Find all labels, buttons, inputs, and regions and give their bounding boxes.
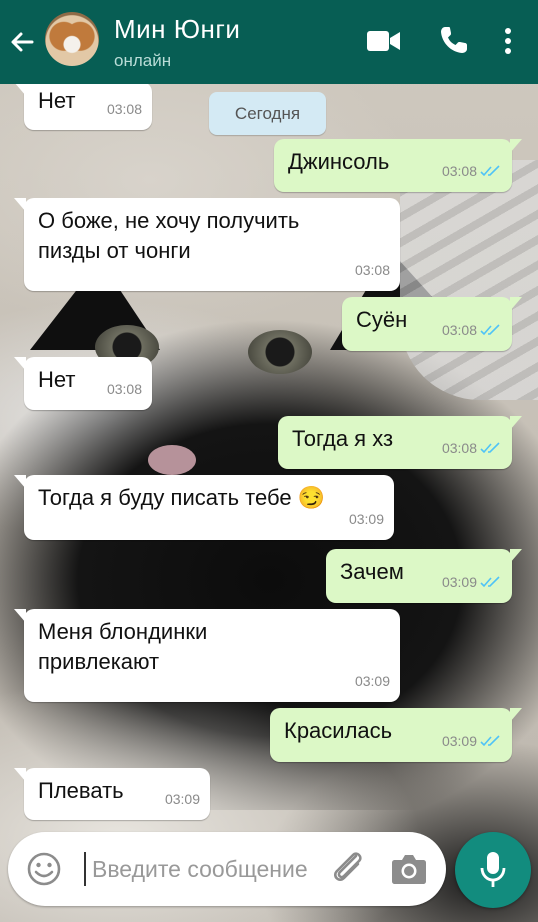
message-bubble-incoming[interactable]: Тогда я буду писать тебе 😏 03:09 <box>14 475 394 540</box>
message-text: Нет <box>38 88 76 113</box>
message-meta: 03:08 <box>442 156 502 186</box>
message-text: Суён <box>356 307 408 332</box>
message-time: 03:09 <box>441 733 477 749</box>
message-time: 03:08 <box>106 101 142 117</box>
text-cursor <box>84 852 86 886</box>
message-bubble-outgoing[interactable]: Зачем 03:09 <box>326 549 522 603</box>
wallpaper-pillow <box>400 160 538 400</box>
message-meta: 03:08 <box>355 255 390 285</box>
message-bubble-incoming[interactable]: Меня блондинки привлекают 03:09 <box>14 609 400 702</box>
message-meta: 03:08 <box>107 374 142 404</box>
message-meta: 03:09 <box>165 784 200 814</box>
message-text: Тогда я буду писать тебе 😏 <box>38 485 326 510</box>
read-ticks-icon <box>480 324 500 336</box>
camera-icon[interactable] <box>390 852 428 886</box>
read-ticks-icon <box>480 165 500 177</box>
emoji-icon[interactable] <box>26 851 62 887</box>
message-bubble-outgoing[interactable]: Тогда я хз 03:08 <box>278 416 522 469</box>
message-text: Нет <box>38 367 76 392</box>
message-text: Тогда я хз <box>292 426 394 451</box>
message-meta: 03:09 <box>355 666 390 696</box>
message-meta: 03:09 <box>349 504 384 534</box>
message-meta: 03:08 <box>107 94 142 124</box>
message-bubble-outgoing[interactable]: Красилась 03:09 <box>270 708 522 762</box>
message-text: Меня блондинки привлекают <box>38 619 208 674</box>
message-time: 03:08 <box>441 322 477 338</box>
message-meta: 03:09 <box>442 567 502 597</box>
attach-icon[interactable] <box>328 848 366 888</box>
message-time: 03:09 <box>348 511 384 527</box>
message-input[interactable] <box>90 846 364 892</box>
message-time: 03:08 <box>441 440 477 456</box>
video-call-icon[interactable] <box>366 28 402 54</box>
message-meta: 03:08 <box>442 315 502 345</box>
wallpaper-cat-nose <box>148 445 196 475</box>
message-bubble-outgoing[interactable]: Суён 03:08 <box>342 297 522 351</box>
menu-dots-icon[interactable] <box>498 26 518 56</box>
phone-icon[interactable] <box>438 24 470 56</box>
message-time: 03:09 <box>164 791 200 807</box>
back-arrow-icon[interactable] <box>8 28 36 56</box>
chat-header: Мин Юнги онлайн <box>0 0 538 84</box>
message-bubble-incoming[interactable]: О боже, не хочу получить пизды от чонги … <box>14 198 400 291</box>
message-text: Плевать <box>38 778 124 803</box>
read-ticks-icon <box>480 735 500 747</box>
message-time: 03:09 <box>354 673 390 689</box>
message-time: 03:08 <box>354 262 390 278</box>
voice-message-button[interactable] <box>455 832 531 908</box>
message-meta: 03:09 <box>442 726 502 756</box>
message-text: Зачем <box>340 559 404 584</box>
message-bubble-outgoing[interactable]: Джинсоль 03:08 <box>274 139 522 192</box>
message-bubble-incoming[interactable]: Нет 03:08 <box>14 357 152 410</box>
message-bubble-incoming[interactable]: Нет 03:08 <box>14 82 152 130</box>
message-composer <box>8 832 446 906</box>
message-meta: 03:08 <box>442 433 502 463</box>
date-separator: Сегодня <box>209 92 326 135</box>
message-time: 03:08 <box>106 381 142 397</box>
wallpaper-cat-eye-right <box>248 330 312 374</box>
read-ticks-icon <box>480 442 500 454</box>
message-time: 03:09 <box>441 574 477 590</box>
message-text: Красилась <box>284 718 393 743</box>
read-ticks-icon <box>480 576 500 588</box>
message-time: 03:08 <box>441 163 477 179</box>
contact-avatar[interactable] <box>45 12 99 66</box>
message-bubble-incoming[interactable]: Плевать 03:09 <box>14 768 210 820</box>
contact-status: онлайн <box>114 51 172 70</box>
message-text: Джинсоль <box>288 149 390 174</box>
message-text: О боже, не хочу получить пизды от чонги <box>38 208 300 263</box>
contact-name[interactable]: Мин Юнги <box>114 14 240 45</box>
mic-icon <box>480 852 506 887</box>
